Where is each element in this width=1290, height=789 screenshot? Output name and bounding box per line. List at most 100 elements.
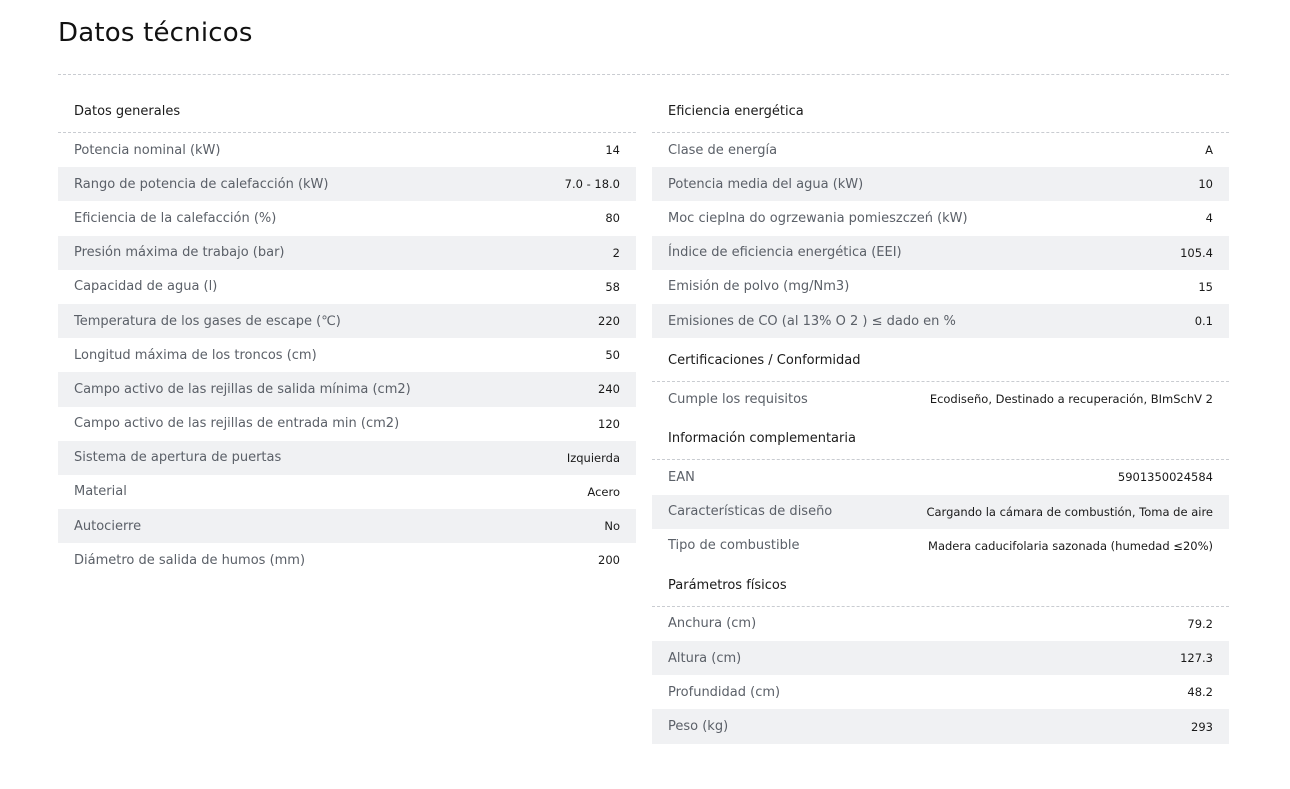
spec-value: 7.0 - 18.0 bbox=[564, 177, 620, 192]
left-column: Datos generales Potencia nominal (kW) 14 R… bbox=[58, 95, 636, 577]
spec-row: Altura (cm) 127.3 bbox=[652, 641, 1229, 676]
spec-row: Autocierre No bbox=[58, 509, 636, 544]
page-title: Datos técnicos bbox=[58, 18, 253, 48]
spec-label: Características de diseño bbox=[668, 504, 833, 520]
spec-value: 15 bbox=[1198, 279, 1213, 294]
section-heading: Datos generales bbox=[58, 95, 636, 133]
spec-value: Cargando la cámara de combustión, Toma d… bbox=[926, 504, 1213, 519]
spec-row: Emisiones de CO (al 13% O 2 ) ≤ dado en … bbox=[652, 303, 1229, 339]
section-physical: Parámetros físicos Anchura (cm) 79.2 Altur… bbox=[652, 569, 1229, 744]
spec-value: 293 bbox=[1191, 719, 1213, 734]
spec-value: 50 bbox=[605, 348, 620, 363]
spec-label: Tipo de combustible bbox=[668, 538, 800, 554]
spec-row: Campo activo de las rejillas de salida m… bbox=[58, 372, 636, 407]
spec-row: Diámetro de salida de humos (mm) 200 bbox=[58, 543, 636, 577]
spec-row: Clase de energía A bbox=[652, 133, 1229, 167]
spec-label: Anchura (cm) bbox=[668, 616, 757, 632]
title-divider bbox=[58, 74, 1229, 75]
spec-label: Material bbox=[74, 484, 127, 500]
spec-value: 240 bbox=[598, 382, 620, 397]
spec-row: Potencia nominal (kW) 14 bbox=[58, 133, 636, 167]
section-certification: Certificaciones / Conformidad Cumple los… bbox=[652, 344, 1229, 416]
spec-value: 5901350024584 bbox=[1117, 470, 1213, 485]
spec-row: Material Acero bbox=[58, 475, 636, 509]
spec-row: Profundidad (cm) 48.2 bbox=[652, 675, 1229, 709]
spec-row: Peso (kg) 293 bbox=[652, 709, 1229, 744]
spec-value: 4 bbox=[1205, 211, 1213, 226]
spec-row: Anchura (cm) 79.2 bbox=[652, 607, 1229, 641]
spec-row: Características de diseño Cargando la cám… bbox=[652, 494, 1229, 529]
spec-label: Cumple los requisitos bbox=[668, 391, 808, 407]
spec-label: Campo activo de las rejillas de entrada … bbox=[74, 416, 400, 432]
spec-value: 14 bbox=[605, 143, 620, 158]
spec-row: Campo activo de las rejillas de entrada … bbox=[58, 407, 636, 441]
right-column: Eficiencia energética Clase de energía A P… bbox=[652, 95, 1229, 744]
spec-row: Cumple los requisitos Ecodiseño, Destinad… bbox=[652, 382, 1229, 416]
spec-value: 58 bbox=[605, 279, 620, 294]
spec-value: 220 bbox=[598, 314, 620, 329]
spec-label: Peso (kg) bbox=[668, 719, 729, 735]
spec-label: Emisión de polvo (mg/Nm3) bbox=[668, 279, 850, 295]
spec-label: Emisiones de CO (al 13% O 2 ) ≤ dado en … bbox=[668, 313, 956, 329]
spec-row: Sistema de apertura de puertas Izquierda bbox=[58, 440, 636, 475]
spec-value: 48.2 bbox=[1187, 685, 1213, 700]
spec-rows: EAN 5901350024584 Características de diseñ… bbox=[652, 460, 1229, 563]
spec-row: Presión máxima de trabajo (bar) 2 bbox=[58, 235, 636, 270]
spec-label: Capacidad de agua (l) bbox=[74, 279, 218, 295]
spec-label: Presión máxima de trabajo (bar) bbox=[74, 245, 285, 261]
spec-value: Ecodiseño, Destinado a recuperación, BIm… bbox=[929, 392, 1213, 407]
section-general: Datos generales Potencia nominal (kW) 14 R… bbox=[58, 95, 636, 577]
spec-row: Eficiencia de la calefacción (%) 80 bbox=[58, 201, 636, 235]
spec-label: Profundidad (cm) bbox=[668, 684, 781, 700]
spec-row: Tipo de combustible Madera caducifolaria … bbox=[652, 529, 1229, 563]
section-heading: Certificaciones / Conformidad bbox=[652, 344, 1229, 383]
section-heading: Parámetros físicos bbox=[652, 569, 1229, 607]
section-energy: Eficiencia energética Clase de energía A P… bbox=[652, 95, 1229, 339]
spec-label: Índice de eficiencia energética (EEI) bbox=[668, 245, 902, 261]
spec-row: Moc cieplna do ogrzewania pomieszczeń (k… bbox=[652, 201, 1229, 235]
spec-label: Autocierre bbox=[74, 518, 142, 534]
spec-label: Potencia nominal (kW) bbox=[74, 142, 221, 158]
spec-value: 127.3 bbox=[1180, 651, 1213, 666]
spec-label: Temperatura de los gases de escape (℃) bbox=[74, 313, 341, 329]
spec-value: 0.1 bbox=[1194, 314, 1213, 329]
spec-row: Longitud máxima de los troncos (cm) 50 bbox=[58, 338, 636, 372]
spec-row: Índice de eficiencia energética (EEI) 105… bbox=[652, 235, 1229, 270]
spec-value: 80 bbox=[605, 211, 620, 226]
spec-row: Potencia media del agua (kW) 10 bbox=[652, 167, 1229, 202]
spec-value: Acero bbox=[587, 484, 620, 499]
spec-rows: Anchura (cm) 79.2 Altura (cm) 127.3 Profundi… bbox=[652, 607, 1229, 744]
spec-label: Campo activo de las rejillas de salida m… bbox=[74, 381, 411, 397]
spec-value: Izquierda bbox=[566, 450, 620, 465]
spec-row: EAN 5901350024584 bbox=[652, 460, 1229, 494]
spec-rows: Cumple los requisitos Ecodiseño, Destinad… bbox=[652, 382, 1229, 416]
spec-rows: Clase de energía A Potencia media del agua… bbox=[652, 133, 1229, 339]
spec-value: 2 bbox=[612, 245, 620, 260]
spec-row: Emisión de polvo (mg/Nm3) 15 bbox=[652, 270, 1229, 304]
section-heading: Eficiencia energética bbox=[652, 95, 1229, 133]
spec-row: Temperatura de los gases de escape (℃) 22… bbox=[58, 303, 636, 339]
spec-label: Altura (cm) bbox=[668, 650, 742, 666]
spec-value: Madera caducifolaria sazonada (humedad ≤… bbox=[928, 538, 1213, 553]
tech-specs-page: Datos técnicos Datos generales Potencia … bbox=[0, 0, 1290, 789]
spec-label: Clase de energía bbox=[668, 142, 778, 158]
spec-value: 105.4 bbox=[1180, 245, 1213, 260]
spec-label: EAN bbox=[668, 469, 695, 485]
spec-value: 200 bbox=[598, 553, 620, 568]
spec-value: 79.2 bbox=[1187, 616, 1213, 631]
spec-label: Diámetro de salida de humos (mm) bbox=[74, 552, 306, 568]
spec-value: A bbox=[1205, 143, 1213, 158]
spec-rows: Potencia nominal (kW) 14 Rango de potencia… bbox=[58, 133, 636, 577]
spec-label: Longitud máxima de los troncos (cm) bbox=[74, 347, 317, 363]
section-additional-info: Información complementaria EAN 5901350024… bbox=[652, 422, 1229, 563]
spec-label: Sistema de apertura de puertas bbox=[74, 450, 282, 466]
spec-label: Potencia media del agua (kW) bbox=[668, 176, 864, 192]
spec-value: 120 bbox=[598, 416, 620, 431]
spec-value: No bbox=[604, 519, 620, 534]
spec-label: Eficiencia de la calefacción (%) bbox=[74, 210, 277, 226]
spec-value: 10 bbox=[1198, 177, 1213, 192]
spec-row: Rango de potencia de calefacción (kW) 7.0… bbox=[58, 167, 636, 202]
spec-label: Rango de potencia de calefacción (kW) bbox=[74, 176, 329, 192]
spec-label: Moc cieplna do ogrzewania pomieszczeń (k… bbox=[668, 210, 968, 226]
spec-row: Capacidad de agua (l) 58 bbox=[58, 270, 636, 304]
